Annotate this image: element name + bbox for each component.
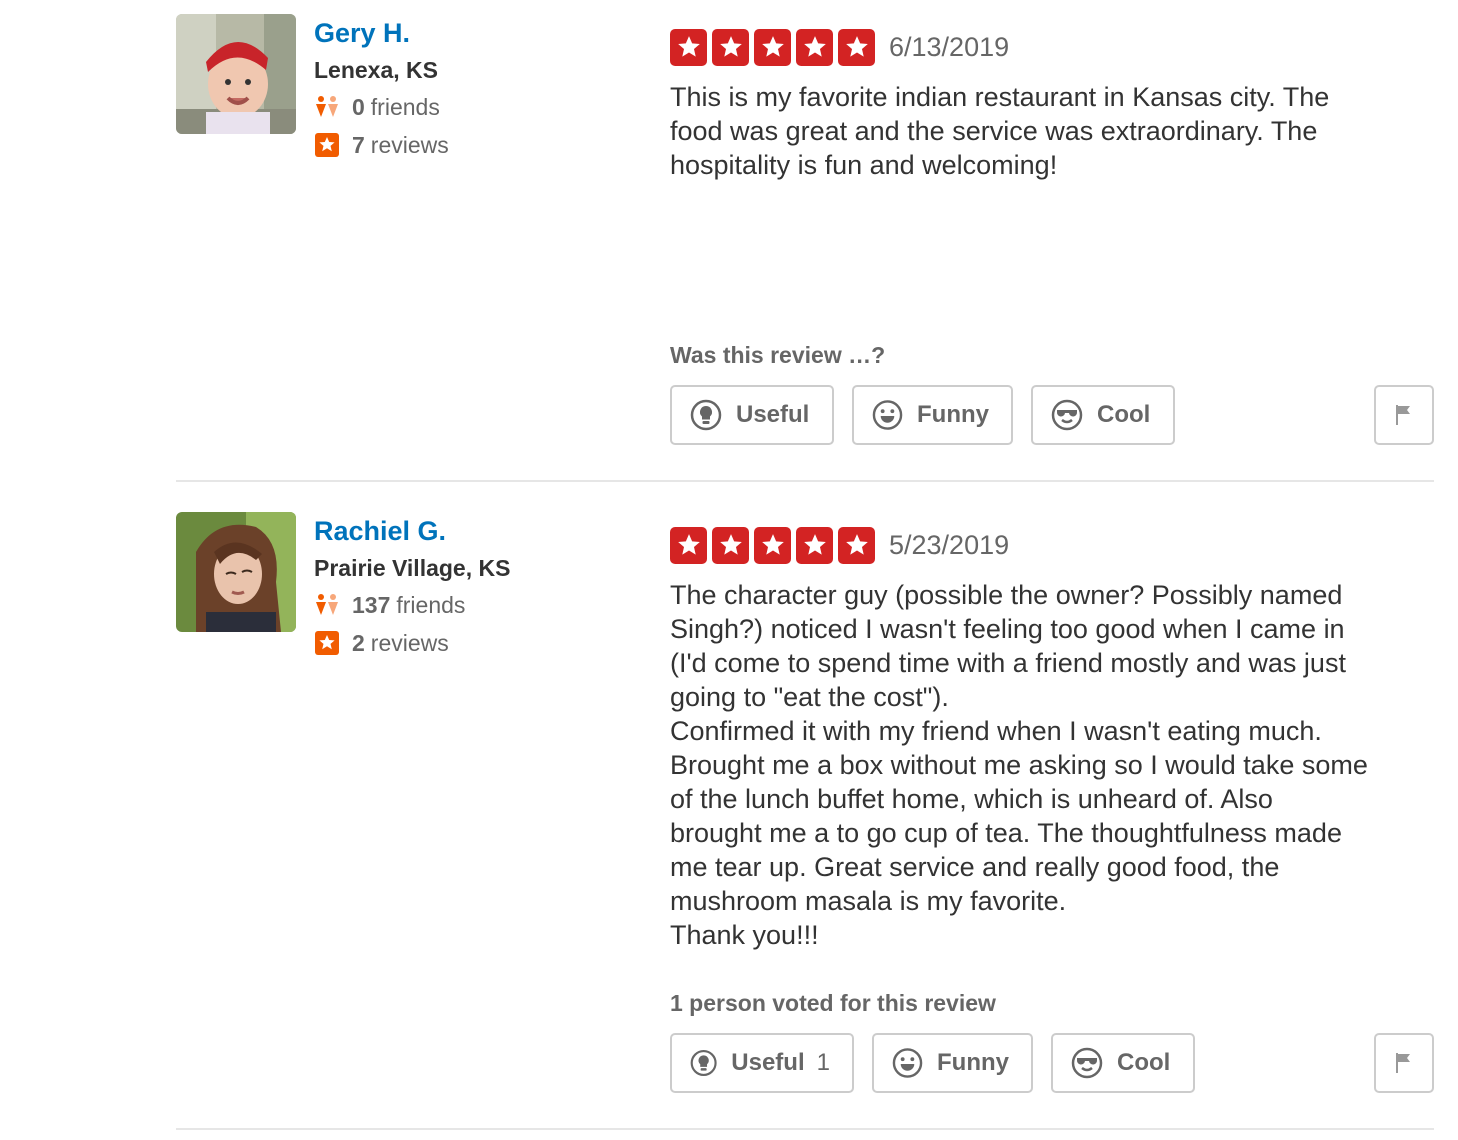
friends-count: 0 bbox=[352, 93, 365, 120]
vote-heading: 1 person voted for this review bbox=[670, 990, 996, 1016]
user-name-link[interactable]: Gery H. bbox=[314, 14, 634, 52]
star-icon bbox=[796, 28, 833, 66]
avatar[interactable] bbox=[176, 512, 296, 632]
vote-heading: Was this review …? bbox=[670, 342, 886, 368]
cool-label: Cool bbox=[1117, 1049, 1171, 1076]
flag-icon bbox=[1396, 1053, 1410, 1073]
smiley-icon bbox=[872, 400, 903, 430]
star-icon bbox=[796, 526, 833, 564]
flag-icon bbox=[1396, 405, 1410, 425]
star-icon bbox=[838, 526, 875, 564]
reviews-count: 2 bbox=[352, 629, 365, 656]
review-star-icon bbox=[314, 630, 340, 656]
user-location: Lenexa, KS bbox=[314, 57, 438, 83]
star-icon bbox=[670, 526, 707, 564]
reviews-count: 7 bbox=[352, 131, 365, 158]
reviews-stat: 7 reviews bbox=[314, 126, 634, 164]
review-star-icon bbox=[314, 132, 340, 158]
star-icon bbox=[754, 28, 791, 66]
useful-label: Useful bbox=[736, 401, 810, 428]
flag-button[interactable] bbox=[1374, 1033, 1434, 1093]
user-name-link[interactable]: Rachiel G. bbox=[314, 512, 634, 550]
funny-button[interactable]: Funny bbox=[872, 1033, 1033, 1093]
star-icon bbox=[838, 28, 875, 66]
lightbulb-icon bbox=[690, 399, 722, 431]
cool-button[interactable]: Cool bbox=[1051, 1033, 1195, 1093]
funny-button[interactable]: Funny bbox=[852, 385, 1013, 445]
star-icon bbox=[754, 526, 791, 564]
reviews-label: reviews bbox=[370, 629, 449, 656]
sunglasses-icon bbox=[1051, 399, 1083, 431]
cool-button[interactable]: Cool bbox=[1031, 385, 1175, 445]
review-date: 5/23/2019 bbox=[889, 529, 1010, 560]
smiley-icon bbox=[892, 1048, 923, 1078]
friends-icon bbox=[314, 94, 340, 120]
user-location: Prairie Village, KS bbox=[314, 555, 511, 581]
star-icon bbox=[712, 28, 749, 66]
useful-button[interactable]: Useful bbox=[670, 385, 834, 445]
useful-label: Useful bbox=[731, 1049, 805, 1076]
reviews-label: reviews bbox=[370, 131, 449, 158]
avatar[interactable] bbox=[176, 14, 296, 134]
reviews-stat: 2 reviews bbox=[314, 624, 634, 662]
user-photo-baby bbox=[176, 14, 296, 134]
review-date: 6/13/2019 bbox=[889, 31, 1010, 62]
friends-label: friends bbox=[396, 591, 466, 618]
friends-stat: 137 friends bbox=[314, 586, 634, 624]
friends-stat: 0 friends bbox=[314, 88, 634, 126]
funny-label: Funny bbox=[937, 1049, 1009, 1076]
review-text: This is my favorite indian restaurant in… bbox=[670, 82, 1330, 180]
funny-label: Funny bbox=[917, 401, 989, 428]
star-icon bbox=[712, 526, 749, 564]
review-item: Rachiel G. Prairie Village, KS 137 frien… bbox=[176, 512, 1434, 1130]
star-rating bbox=[670, 28, 875, 66]
flag-button[interactable] bbox=[1374, 385, 1434, 445]
lightbulb-icon bbox=[690, 1049, 717, 1077]
user-photo-woman bbox=[176, 512, 296, 632]
star-icon bbox=[670, 28, 707, 66]
cool-label: Cool bbox=[1097, 401, 1151, 428]
useful-button[interactable]: Useful 1 bbox=[670, 1033, 854, 1093]
star-rating bbox=[670, 526, 875, 564]
friends-label: friends bbox=[370, 93, 440, 120]
friends-count: 137 bbox=[352, 591, 391, 618]
review-text: The character guy (possible the owner? P… bbox=[670, 580, 1368, 950]
sunglasses-icon bbox=[1071, 1047, 1103, 1079]
review-item: Gery H. Lenexa, KS 0 friends 7 reviews 6… bbox=[176, 14, 1434, 482]
friends-icon bbox=[314, 592, 340, 618]
useful-count: 1 bbox=[816, 1049, 830, 1076]
